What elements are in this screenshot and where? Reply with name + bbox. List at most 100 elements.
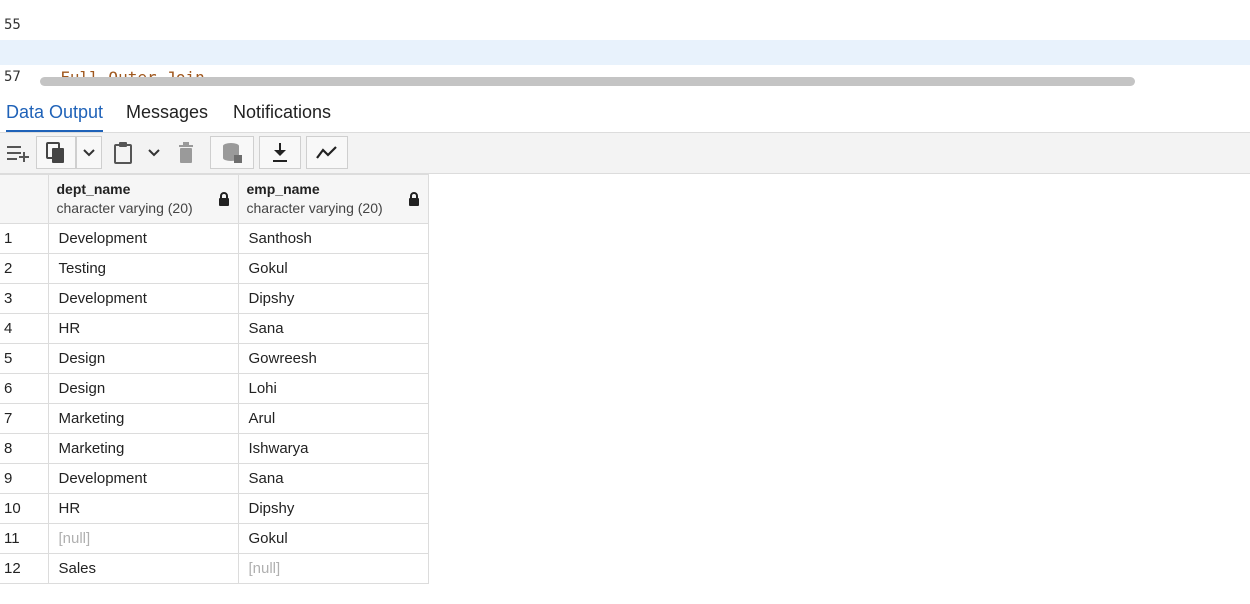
cell-dept-name[interactable]: Marketing — [47, 403, 239, 434]
cell-dept-name[interactable]: Design — [47, 373, 239, 404]
sql-editor[interactable]: 55 56 --Full Outer Join 57 SELECT dept_n… — [0, 0, 1250, 94]
cell-emp-name-text: Lohi — [248, 380, 277, 397]
delete-button[interactable] — [170, 136, 202, 169]
table-row[interactable]: 9 Development Sana — [0, 463, 429, 494]
cell-dept-name[interactable]: HR — [47, 493, 239, 524]
cell-dept-name[interactable]: Marketing — [47, 433, 239, 464]
cell-emp-name[interactable]: Dipshy — [237, 493, 429, 524]
row-number[interactable]: 6 — [0, 373, 49, 404]
table-row[interactable]: 6 Design Lohi — [0, 373, 429, 404]
row-number[interactable]: 5 — [0, 343, 49, 374]
paste-button[interactable] — [106, 136, 140, 169]
graph-icon — [316, 145, 337, 159]
row-number[interactable]: 7 — [0, 403, 49, 434]
table-row[interactable]: 11 [null] Gokul — [0, 523, 429, 554]
row-number[interactable]: 4 — [0, 313, 49, 344]
table-row[interactable]: 10 HR Dipshy — [0, 493, 429, 524]
cell-dept-name-text: [null] — [58, 530, 91, 547]
cell-dept-name[interactable]: HR — [47, 313, 239, 344]
table-row[interactable]: 3 Development Dipshy — [0, 283, 429, 314]
cell-dept-name[interactable]: Development — [47, 223, 239, 254]
column-type: character varying (20) — [246, 200, 383, 216]
grid-header-row: dept_name character varying (20) emp_nam… — [0, 174, 429, 224]
cell-emp-name[interactable]: Arul — [237, 403, 429, 434]
row-number[interactable]: 10 — [0, 493, 49, 524]
horizontal-scrollbar[interactable] — [40, 77, 1135, 86]
cell-dept-name-text: Development — [58, 230, 147, 247]
row-number-text: 1 — [4, 230, 13, 247]
cell-emp-name-text: Gowreesh — [248, 350, 317, 367]
cell-emp-name[interactable]: Gokul — [237, 523, 429, 554]
table-row[interactable]: 2 Testing Gokul — [0, 253, 429, 284]
tab-messages[interactable]: Messages — [126, 94, 208, 131]
row-number-text: 7 — [4, 410, 13, 427]
cell-dept-name[interactable]: Testing — [47, 253, 239, 284]
cell-dept-name[interactable]: Sales — [47, 553, 239, 584]
cell-dept-name[interactable]: Development — [47, 283, 239, 314]
column-name: dept_name — [56, 181, 131, 197]
copy-options-dropdown[interactable] — [76, 136, 102, 169]
cell-dept-name-text: HR — [58, 500, 81, 517]
cell-emp-name[interactable]: Sana — [237, 313, 429, 344]
row-number-text: 10 — [4, 500, 21, 517]
result-tabs: Data Output Messages Notifications — [0, 94, 1250, 133]
cell-emp-name-text: Arul — [248, 410, 276, 427]
table-row[interactable]: 5 Design Gowreesh — [0, 343, 429, 374]
row-number-text: 8 — [4, 440, 13, 457]
table-row[interactable]: 12 Sales [null] — [0, 553, 429, 584]
table-row[interactable]: 4 HR Sana — [0, 313, 429, 344]
result-grid: dept_name character varying (20) emp_nam… — [0, 174, 429, 584]
column-name: emp_name — [246, 181, 320, 197]
column-header-emp-name[interactable]: emp_name character varying (20) — [237, 174, 429, 224]
chevron-down-icon — [83, 148, 95, 156]
cell-emp-name[interactable]: Sana — [237, 463, 429, 494]
download-button[interactable] — [259, 136, 301, 169]
column-type: character varying (20) — [56, 200, 193, 216]
table-row[interactable]: 1 Development Santhosh — [0, 223, 429, 254]
lock-icon — [218, 192, 229, 206]
column-header-dept-name[interactable]: dept_name character varying (20) — [47, 174, 239, 224]
cell-dept-name[interactable]: [null] — [47, 523, 239, 554]
row-number[interactable]: 1 — [0, 223, 49, 254]
tab-data-output[interactable]: Data Output — [6, 94, 104, 132]
row-number[interactable]: 12 — [0, 553, 49, 584]
cell-dept-name-text: Development — [58, 470, 147, 487]
row-number[interactable]: 2 — [0, 253, 49, 284]
cell-dept-name-text: HR — [58, 320, 81, 337]
editor-line[interactable]: 55 — [0, 0, 1250, 33]
table-row[interactable]: 8 Marketing Ishwarya — [0, 433, 429, 464]
cell-emp-name-text: Santhosh — [248, 230, 312, 247]
copy-button[interactable] — [36, 136, 76, 169]
cell-emp-name[interactable]: Gokul — [237, 253, 429, 284]
save-data-button[interactable] — [210, 136, 254, 169]
editor-line[interactable]: 56 --Full Outer Join — [0, 15, 1250, 87]
cell-dept-name-text: Development — [58, 290, 147, 307]
row-number[interactable]: 9 — [0, 463, 49, 494]
cell-emp-name-text: [null] — [248, 560, 281, 577]
cell-dept-name[interactable]: Development — [47, 463, 239, 494]
cell-emp-name-text: Dipshy — [248, 290, 295, 307]
graph-visualiser-button[interactable] — [306, 136, 348, 169]
cell-dept-name[interactable]: Design — [47, 343, 239, 374]
cell-emp-name[interactable]: Santhosh — [237, 223, 429, 254]
copy-icon — [46, 141, 64, 163]
editor-line-active[interactable]: 57 SELECT dept_name, emp_name FROM depar… — [0, 40, 1250, 94]
cell-emp-name[interactable]: [null] — [237, 553, 429, 584]
tab-notifications[interactable]: Notifications — [233, 94, 331, 131]
cell-emp-name[interactable]: Ishwarya — [237, 433, 429, 464]
cell-emp-name[interactable]: Gowreesh — [237, 343, 429, 374]
row-number[interactable]: 11 — [0, 523, 49, 554]
cell-dept-name-text: Design — [58, 380, 106, 397]
row-number[interactable]: 8 — [0, 433, 49, 464]
row-number-text: 4 — [4, 320, 13, 337]
cell-emp-name[interactable]: Dipshy — [237, 283, 429, 314]
add-row-button[interactable] — [2, 136, 34, 169]
cell-emp-name[interactable]: Lohi — [237, 373, 429, 404]
cell-dept-name-text: Design — [58, 350, 106, 367]
cell-emp-name-text: Gokul — [248, 530, 288, 547]
table-row[interactable]: 7 Marketing Arul — [0, 403, 429, 434]
cell-dept-name-text: Testing — [58, 260, 107, 277]
row-number-text: 5 — [4, 350, 13, 367]
paste-options-dropdown[interactable] — [142, 136, 166, 169]
row-number[interactable]: 3 — [0, 283, 49, 314]
